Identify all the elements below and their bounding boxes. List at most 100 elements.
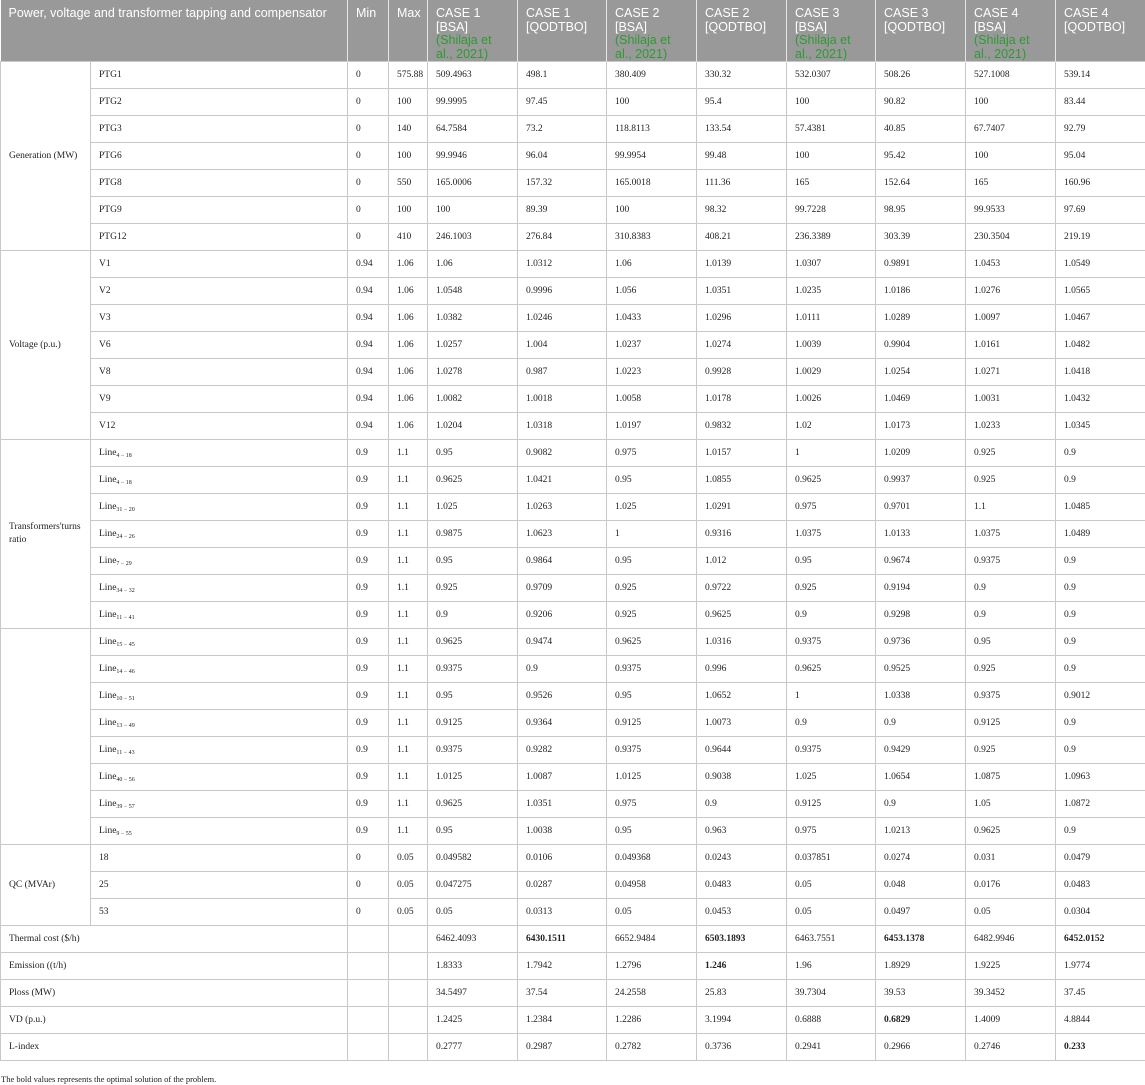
table-row: PTG6 0 100 99.9946 96.04 99.9954 99.48 100 95.42… (1, 142, 1145, 170)
value-cell: 0.6829 (875, 1006, 966, 1034)
value-cell: 1.0133 (875, 520, 966, 548)
min-cell: 0.9 (347, 790, 389, 818)
min-cell: 0 (347, 88, 389, 116)
case-name: CASE 1 (436, 6, 481, 20)
value-cell: 1 (786, 682, 876, 710)
row-name: V1 (90, 250, 348, 278)
value-cell: 6652.9484 (606, 925, 697, 953)
value-cell: 0.925 (965, 466, 1056, 494)
row-name: Line34 − 32 (90, 574, 348, 602)
value-cell: 0.9625 (427, 466, 518, 494)
value-cell: 408.21 (696, 223, 787, 251)
min-cell: 0.9 (347, 601, 389, 629)
value-cell: 1.9225 (965, 952, 1056, 980)
max-cell: 100 (388, 88, 428, 116)
value-cell: 0.2777 (427, 1033, 518, 1061)
min-cell: 0 (347, 844, 389, 872)
value-cell: 0.9709 (517, 574, 607, 602)
max-cell: 1.1 (388, 439, 428, 467)
table-row: Line34 − 32 0.9 1.1 0.925 0.9709 0.925 0.9722 0… (1, 574, 1145, 602)
value-cell: 1.0223 (606, 358, 697, 386)
value-cell: 1.0432 (1055, 385, 1145, 413)
value-cell: 1.0026 (786, 385, 876, 413)
value-cell: 100 (786, 142, 876, 170)
value-cell: 1.0173 (875, 412, 966, 440)
value-cell: 99.9954 (606, 142, 697, 170)
value-cell: 0.9194 (875, 574, 966, 602)
min-cell: 0.9 (347, 439, 389, 467)
value-cell: 1.0418 (1055, 358, 1145, 386)
value-cell: 39.3452 (965, 979, 1056, 1007)
value-cell: 1.0237 (606, 331, 697, 359)
value-cell: 509.4963 (427, 61, 518, 89)
row-name-text: V3 (99, 313, 111, 323)
summary-label: Emission ((t/h) (0, 952, 348, 980)
table-row: V6 0.94 1.06 1.0257 1.004 1.0237 1.0274 1.0039 0… (1, 331, 1145, 359)
value-cell: 0.9625 (786, 466, 876, 494)
value-text: 0.3736 (705, 1042, 732, 1052)
table-row: Line24 − 26 0.9 1.1 0.9875 1.0623 1 0.9316 1.03… (1, 520, 1145, 548)
min-cell: 0.9 (347, 466, 389, 494)
value-cell: 1.0351 (696, 277, 787, 305)
value-cell: 99.9946 (427, 142, 518, 170)
value-cell: 1.0623 (517, 520, 607, 548)
value-cell: 6430.1511 (517, 925, 607, 953)
value-cell: 0.9282 (517, 736, 607, 764)
group-label: Generation (MW) (0, 61, 91, 251)
value-cell: 1.0351 (517, 790, 607, 818)
value-cell: 0.9125 (606, 709, 697, 737)
value-cell: 133.54 (696, 115, 787, 143)
table-row: Line4 − 18 0.9 1.1 0.9625 1.0421 0.95 1.0855 0.… (1, 466, 1145, 494)
value-cell: 34.5497 (427, 979, 518, 1007)
min-cell: 0.94 (347, 304, 389, 332)
value-cell: 303.39 (875, 223, 966, 251)
value-cell: 0.049368 (606, 844, 697, 872)
optimal-value: 6430.1511 (526, 934, 566, 944)
max-cell: 1.1 (388, 763, 428, 791)
value-text: 3.1994 (705, 1015, 732, 1025)
value-cell: 1.0276 (965, 277, 1056, 305)
case-method: [BSA] (615, 19, 647, 34)
value-cell: 0.9 (696, 790, 787, 818)
max-cell: 1.1 (388, 628, 428, 656)
value-text: 1.2425 (436, 1015, 463, 1025)
row-name-text: Line (99, 663, 117, 674)
value-cell: 1.0087 (517, 763, 607, 791)
value-cell: 0.04958 (606, 871, 697, 899)
value-cell: 0.0497 (875, 898, 966, 926)
header-parameter-label: Power, voltage and transformer tapping a… (8, 6, 327, 20)
value-cell: 0.9625 (427, 790, 518, 818)
value-cell: 0.925 (427, 574, 518, 602)
value-cell: 165 (786, 169, 876, 197)
value-cell: 1.0872 (1055, 790, 1145, 818)
row-name: 53 (90, 898, 348, 926)
value-cell: 0.0453 (696, 898, 787, 926)
table-row: Line15 − 45 0.9 1.1 0.9625 0.9474 0.9625 1.031… (0, 628, 1145, 845)
value-cell: 39.53 (875, 979, 966, 1007)
value-cell: 4.8844 (1055, 1006, 1145, 1034)
value-cell: 1.0485 (1055, 493, 1145, 521)
value-cell: 6452.0152 (1055, 925, 1145, 953)
min-cell: 0.94 (347, 412, 389, 440)
value-cell: 0.95 (427, 682, 518, 710)
case-method: [QODTBO] (705, 19, 767, 34)
summary-label: VD (p.u.) (0, 1006, 348, 1034)
row-name: Line13 − 49 (90, 709, 348, 737)
max-cell: 1.06 (388, 412, 428, 440)
row-name-subscript: 31 − 20 (116, 506, 135, 513)
value-cell: 0.0479 (1055, 844, 1145, 872)
table-header: Power, voltage and transformer tapping a… (0, 0, 1145, 62)
max-cell: 1.1 (388, 493, 428, 521)
header-case: CASE 1 [QODTBO] (517, 0, 607, 62)
value-cell: 1.0289 (875, 304, 966, 332)
value-cell: 0.9206 (517, 601, 607, 629)
value-cell: 89.39 (517, 196, 607, 224)
value-cell: 96.04 (517, 142, 607, 170)
value-cell: 6503.1893 (696, 925, 787, 953)
case-method: [BSA] (974, 19, 1006, 34)
row-name-text: Line (99, 555, 117, 566)
row-name-subscript: 11 − 43 (116, 749, 135, 756)
value-cell: 1.0855 (696, 466, 787, 494)
case-method: [QODTBO] (884, 19, 946, 34)
value-cell: 25.83 (696, 979, 787, 1007)
